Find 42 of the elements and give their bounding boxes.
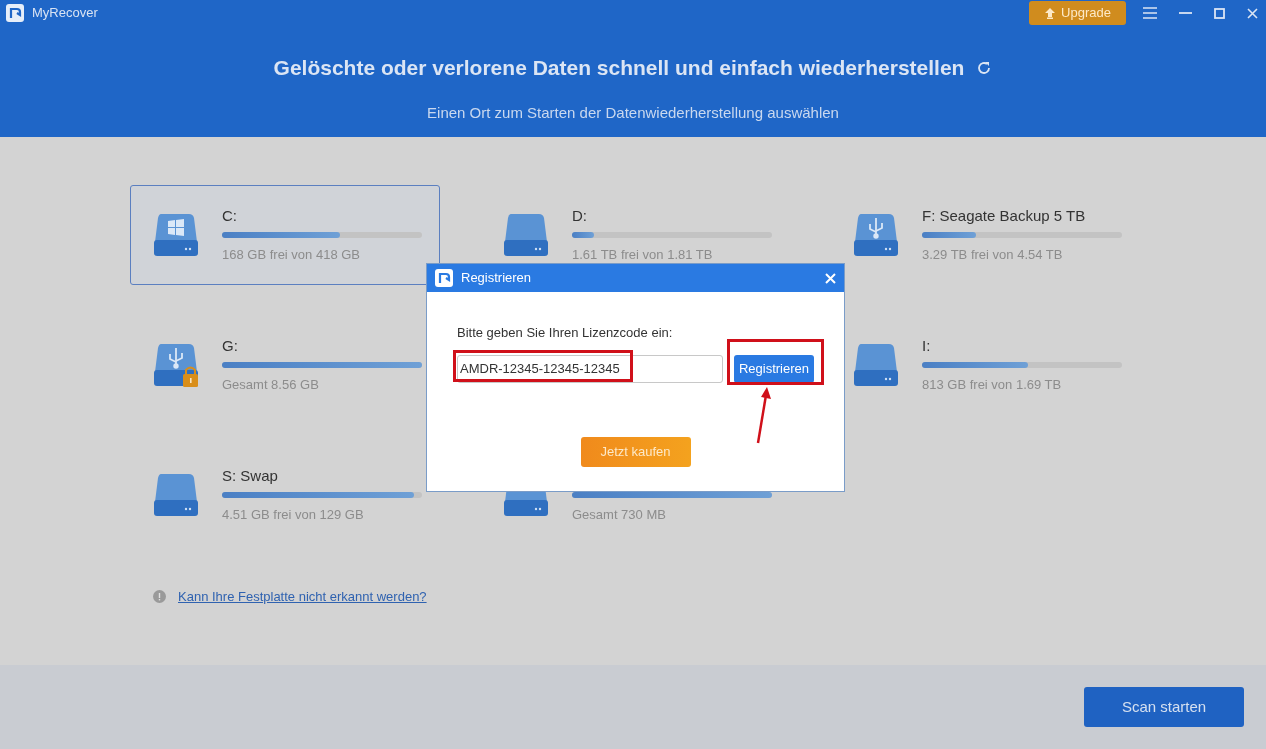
info-icon xyxy=(153,590,166,604)
locked-usb-drive-icon xyxy=(153,342,199,388)
drive-name: F: Seagate Backup 5 TB xyxy=(922,205,1087,226)
drive-capacity: 4.51 GB frei von 129 GB xyxy=(222,505,365,524)
drive-card[interactable]: G: Gesamt 8.56 GB xyxy=(130,315,440,415)
annotation-arrow xyxy=(755,387,771,445)
close-icon[interactable] xyxy=(1247,7,1258,19)
drive-name: S: Swap xyxy=(222,465,279,486)
page-subtitle: Einen Ort zum Starten der Datenwiederherstellung auswählen xyxy=(426,102,840,123)
drive-capacity: Gesamt 8.56 GB xyxy=(222,375,320,394)
hard-drive-icon xyxy=(503,212,549,258)
drive-card[interactable]: S: Swap 4.51 GB frei von 129 GB xyxy=(130,445,440,545)
drive-card[interactable]: I: 813 GB frei von 1.69 TB xyxy=(830,315,1140,415)
windows-drive-icon xyxy=(153,212,199,258)
maximize-icon[interactable] xyxy=(1214,7,1225,19)
license-code-field[interactable]: AMDR-12345-12345-12345 xyxy=(457,354,723,383)
drive-name: D: xyxy=(572,205,588,226)
drive-capacity: Gesamt 730 MB xyxy=(572,505,667,524)
drive-capacity: 3.29 TB frei von 4.54 TB xyxy=(922,245,1064,264)
drive-capacity: 813 GB frei von 1.69 TB xyxy=(922,375,1063,394)
window-title: MyRecover xyxy=(32,4,98,23)
refresh-icon[interactable] xyxy=(976,59,993,76)
upload-arrow-icon xyxy=(1044,7,1057,19)
hard-drive-icon xyxy=(153,472,199,518)
app-logo-icon xyxy=(435,269,453,287)
app-logo-icon xyxy=(6,4,24,22)
drive-name: G: xyxy=(222,335,239,356)
register-button[interactable]: Registrieren xyxy=(733,354,814,383)
menu-icon[interactable] xyxy=(1143,7,1157,19)
help-link[interactable]: Kann Ihre Festplatte nicht erkannt werden? xyxy=(178,587,427,607)
license-prompt: Bitte geben Sie Ihren Lizenzcode ein: xyxy=(457,324,674,342)
hard-drive-icon xyxy=(853,342,899,388)
page-title: Gelöschte oder verlorene Daten schnell und einfach wiederherstellen xyxy=(273,55,965,81)
drive-capacity: 168 GB frei von 418 GB xyxy=(222,245,362,264)
scan-start-button[interactable]: Scan starten xyxy=(1084,687,1244,727)
dialog-title: Registrieren xyxy=(461,269,532,288)
drive-card[interactable]: F: Seagate Backup 5 TB 3.29 TB frei von 4.54 TB xyxy=(830,185,1140,285)
drive-name: C: xyxy=(222,205,238,226)
usb-drive-icon xyxy=(853,212,899,258)
drive-capacity: 1.61 TB frei von 1.81 TB xyxy=(572,245,714,264)
drive-name: I: xyxy=(922,335,932,356)
drive-card[interactable]: C: 168 GB frei von 418 GB xyxy=(130,185,440,285)
